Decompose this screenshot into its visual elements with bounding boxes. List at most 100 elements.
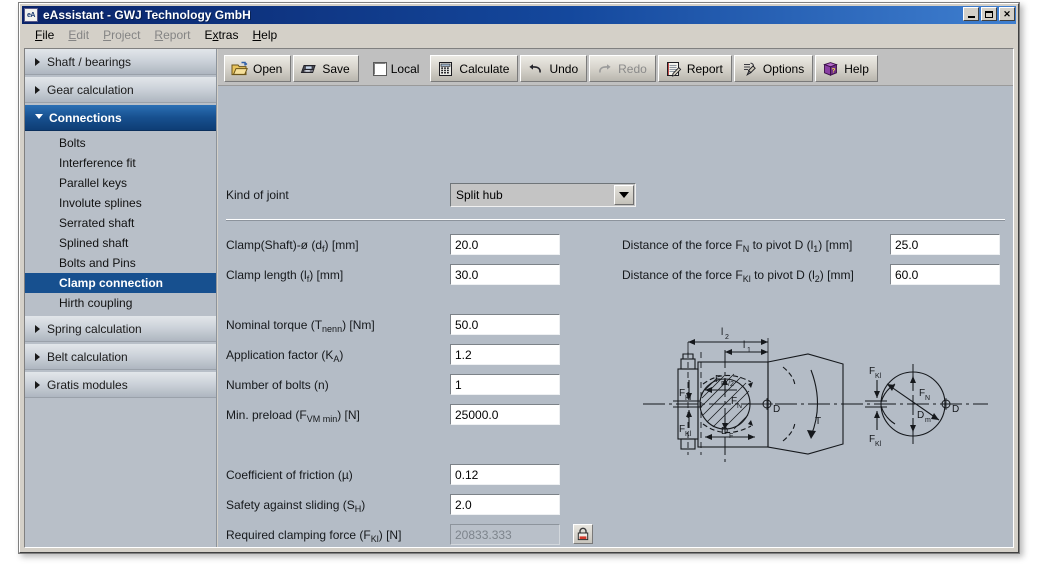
help-button-label: Help [844,62,869,76]
sidebar-group-belt-calculation[interactable]: Belt calculation [25,344,216,370]
sidebar-item-clamp-connection[interactable]: Clamp connection [25,273,216,293]
undo-button[interactable]: Undo [520,55,587,82]
chevron-down-icon[interactable] [614,185,634,205]
report-button[interactable]: Report [658,55,732,82]
svg-text:2: 2 [725,334,729,341]
menu-project[interactable]: Project [96,26,147,44]
open-folder-icon [231,61,248,77]
svg-text:T: T [815,416,821,427]
redo-button[interactable]: Redo [589,55,656,82]
sidebar-group-shaft-bearings[interactable]: Shaft / bearings [25,49,216,75]
required-clamping-force-label: Required clamping force (FKl) [N] [226,528,401,543]
clamp-shaft-diameter-input[interactable]: 20.0 [450,234,560,255]
application-factor-input[interactable]: 1.2 [450,344,560,365]
sidebar-item-label: Serrated shaft [59,216,134,230]
number-of-bolts-label: Number of bolts (n) [226,378,329,392]
number-of-bolts-input[interactable]: 1 [450,374,560,395]
report-document-icon [665,61,682,77]
sidebar-item-label: Bolts and Pins [59,256,136,270]
safety-against-sliding-input[interactable]: 2.0 [450,494,560,515]
distance-fkl-to-pivot-input[interactable]: 60.0 [890,264,1000,285]
chevron-down-icon [35,114,43,119]
calculator-icon [437,61,454,77]
clamp-length-input[interactable]: 30.0 [450,264,560,285]
padlock-icon [576,527,590,541]
open-button[interactable]: Open [224,55,291,82]
application-factor-label: Application factor (KA) [226,348,343,363]
svg-text:D: D [917,410,924,421]
sidebar-item-label: Parallel keys [59,176,127,190]
svg-text:F: F [729,433,733,440]
sidebar-item-hirth-coupling[interactable]: Hirth coupling [25,293,216,313]
options-button-label: Options [763,62,804,76]
nominal-torque-input[interactable]: 50.0 [450,314,560,335]
undo-arrow-icon [527,61,544,77]
save-button[interactable]: Save [293,55,358,82]
menu-report[interactable]: Report [147,26,197,44]
application-window: eA eAssistant - GWJ Technology GmbH ✕ Fi… [18,2,1020,554]
checkbox-icon[interactable] [374,63,386,75]
help-button[interactable]: ? Help [815,55,878,82]
menu-help[interactable]: Help [245,26,284,44]
sidebar-item-splined-shaft[interactable]: Splined shaft [25,233,216,253]
chevron-right-icon [35,58,40,66]
chevron-right-icon [35,381,40,389]
sidebar-group-spring-calculation[interactable]: Spring calculation [25,316,216,342]
options-button[interactable]: Options [734,55,813,82]
sidebar-item-interference-fit[interactable]: Interference fit [25,153,216,173]
coefficient-of-friction-input[interactable]: 0.12 [450,464,560,485]
menu-edit[interactable]: Edit [61,26,96,44]
menu-file[interactable]: File [28,26,61,44]
sidebar-item-label: Interference fit [59,156,136,170]
sidebar-item-bolts-and-pins[interactable]: Bolts and Pins [25,253,216,273]
sidebar-item-parallel-keys[interactable]: Parallel keys [25,173,216,193]
svg-text:m: m [925,417,931,424]
titlebar[interactable]: eA eAssistant - GWJ Technology GmbH ✕ [22,6,1016,24]
distance-fn-to-pivot-input[interactable]: 25.0 [890,234,1000,255]
kind-of-joint-value: Split hub [456,188,503,202]
sidebar-group-gear-calculation[interactable]: Gear calculation [25,77,216,103]
screen: eA eAssistant - GWJ Technology GmbH ✕ Fi… [0,0,1040,568]
sidebar-item-involute-splines[interactable]: Involute splines [25,193,216,213]
sidebar-group-label: Spring calculation [47,322,142,336]
sidebar-item-serrated-shaft[interactable]: Serrated shaft [25,213,216,233]
sidebar-group-label: Gratis modules [47,378,128,392]
svg-text:N: N [737,403,742,410]
svg-text:Kl: Kl [875,373,882,380]
save-button-label: Save [322,62,349,76]
min-preload-label: Min. preload (FVM min) [N] [226,408,360,423]
main-toolbar: Open Save [218,49,1013,86]
required-clamping-force-lock-button[interactable] [573,524,593,544]
sidebar-group-gratis-modules[interactable]: Gratis modules [25,372,216,398]
calculate-button[interactable]: Calculate [430,55,518,82]
close-button[interactable]: ✕ [999,7,1015,21]
local-checkbox[interactable]: Local [367,55,429,82]
redo-button-label: Redo [618,62,647,76]
clamp-shaft-diameter-label: Clamp(Shaft)-ø (df) [mm] [226,238,359,253]
clamp-connection-technical-drawing: T l 2 l 1 [643,312,988,492]
right-pane: Open Save [218,49,1013,547]
distance-fkl-to-pivot-label: Distance of the force FKl to pivot D (l2… [622,268,854,283]
svg-text:D: D [721,426,728,437]
undo-button-label: Undo [549,62,578,76]
sidebar-item-label: Splined shaft [59,236,128,250]
navigation-sidebar: Shaft / bearings Gear calculation Connec… [25,49,217,547]
maximize-button[interactable] [981,7,997,21]
window-inner-frame: eA eAssistant - GWJ Technology GmbH ✕ Fi… [19,3,1019,553]
sidebar-item-bolts[interactable]: Bolts [25,133,216,153]
svg-text:D: D [773,404,780,415]
kind-of-joint-select[interactable]: Split hub [450,183,636,207]
sidebar-item-label: Clamp connection [59,276,163,290]
report-button-label: Report [687,62,723,76]
clamp-connection-form: Kind of joint Split hub Clamp(Shaft)-ø (… [218,87,1013,547]
window-title: eAssistant - GWJ Technology GmbH [43,8,251,22]
svg-text:D: D [952,404,959,415]
chevron-right-icon [35,325,40,333]
svg-text:N: N [925,395,930,402]
menu-extras[interactable]: Extras [197,26,245,44]
sidebar-group-connections[interactable]: Connections [25,105,216,131]
min-preload-input[interactable]: 25000.0 [450,404,560,425]
redo-arrow-icon [596,61,613,77]
svg-text:?: ? [832,67,836,74]
minimize-button[interactable] [963,7,979,21]
